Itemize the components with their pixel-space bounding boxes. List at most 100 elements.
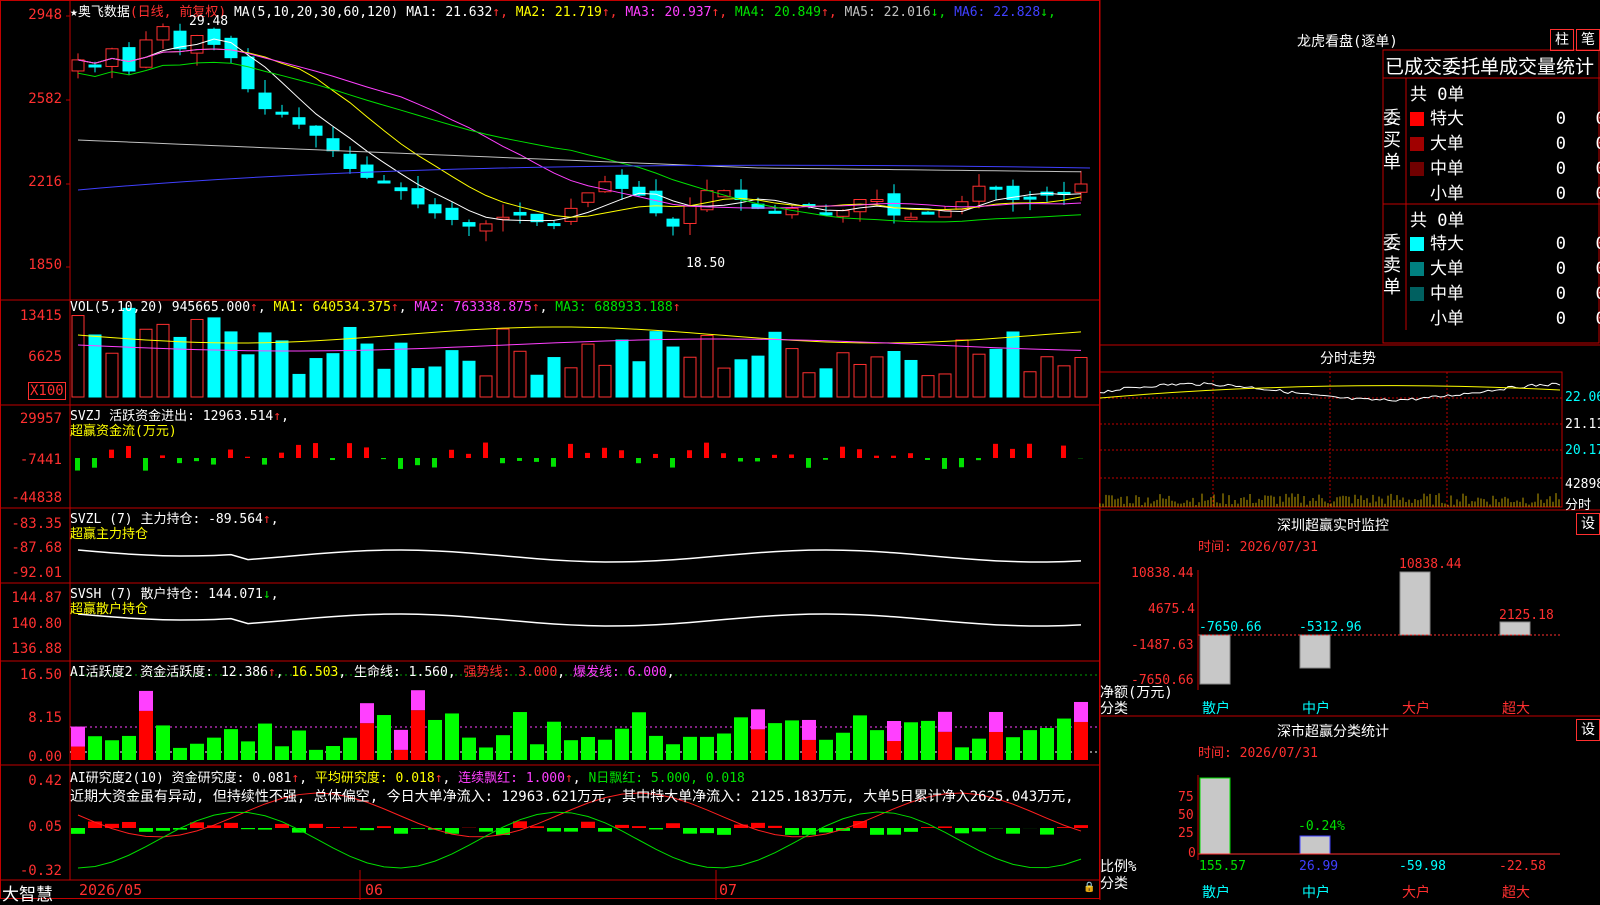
svzj-bar (466, 454, 471, 458)
ai3-bar (377, 826, 391, 828)
ai3-bar (71, 828, 85, 834)
sell-row-value: 0 (1530, 284, 1566, 304)
volume-bar (225, 332, 237, 397)
ai3-bar (615, 825, 629, 828)
ai2-bar (836, 733, 850, 760)
lhb-subtitle: 已成交委托单成交量统计 (1385, 52, 1594, 79)
svzl-subtitle: 超赢主力持仓 (70, 523, 148, 542)
ai3-bar (581, 822, 595, 828)
unit-x100[interactable]: X100 (28, 382, 66, 400)
sell-row: 中单00% (1410, 279, 1600, 303)
candle-body (922, 212, 934, 214)
ai3-v3: 连续飘红: 1.000 (458, 771, 565, 786)
ai2-bar (921, 721, 935, 760)
fs-axis-2: 21.11 (1565, 417, 1600, 432)
szmon-bar (1200, 635, 1230, 684)
ai3-v2: 平均研究度: 0.018 (315, 771, 435, 786)
szcls-settings-button[interactable]: 设 (1576, 719, 1600, 741)
sell-row-pct: 0% (1566, 309, 1600, 329)
ai2-bar (632, 712, 646, 760)
volume-bar (548, 358, 560, 397)
ai2-bar (938, 732, 952, 760)
ai2-bar (292, 731, 306, 760)
ai3-bar (360, 828, 374, 830)
volume-bar (1075, 357, 1087, 397)
ai2-bar-top (1074, 702, 1088, 722)
ai3-bar (768, 826, 782, 828)
axis-main-1: 2948 (28, 7, 62, 23)
vol-value: 945665.000 (172, 300, 250, 315)
szcls-value-label: -59.98 (1399, 859, 1446, 874)
szmon-bar (1500, 622, 1530, 635)
volume-bar (650, 332, 662, 397)
ai2-bar-top (989, 712, 1003, 732)
ai2-bar (360, 723, 374, 760)
ai3-bar (258, 828, 272, 830)
brand-logo[interactable]: 大智慧 (2, 880, 53, 905)
ai3-bar (700, 828, 714, 833)
ai2-bar (870, 730, 884, 760)
svzj-bar (279, 453, 284, 458)
svzj-bar (551, 458, 556, 467)
buy-row-pct: 0% (1566, 184, 1600, 204)
volume-bar (684, 357, 696, 397)
left-frame (1, 1, 1100, 899)
lock-icon[interactable]: 🔒 (1083, 882, 1095, 893)
ai2-bar (156, 725, 170, 760)
chart-canvas[interactable] (0, 0, 1600, 900)
svzj-bar (1027, 444, 1032, 458)
ai2-bar (598, 740, 612, 760)
volume-bar (1041, 357, 1053, 397)
buy-row-name: 大单 (1430, 129, 1530, 154)
x-date-1: 2026/05 (79, 881, 142, 899)
volume-bar (157, 324, 169, 397)
buy-row-value: 0 (1530, 159, 1566, 179)
ai3-comment: 近期大资金虽有异动, 但持续性不强, 总体偏空, 今日大单净流入: 12963.… (70, 786, 1074, 806)
candle-body (463, 223, 475, 227)
volume-bar (361, 344, 373, 397)
ai2-bar-top (938, 712, 952, 732)
szmon-settings-button[interactable]: 设 (1576, 513, 1600, 535)
ai2-bar-top (411, 690, 425, 710)
ai2-bar (411, 710, 425, 760)
axis-ai2-1: 16.50 (20, 667, 62, 683)
ai2-bar (1074, 722, 1088, 760)
ai2-bar (853, 715, 867, 760)
ma-item-2: MA2: 21.719 (508, 5, 602, 20)
axis-ai3-2: 0.05 (28, 819, 62, 835)
buy-row: 特大00% (1410, 104, 1600, 128)
szmon-category-label: 中户 (1302, 698, 1330, 718)
ai3-bar (683, 828, 697, 834)
candle-body (667, 219, 679, 226)
buy-label: 委买单 (1383, 108, 1405, 174)
volume-bar (820, 369, 832, 397)
ai3-header: AI研究度2(10) 资金研究度: 0.081↑, 平均研究度: 0.018↑,… (70, 767, 745, 786)
bar-mode-button[interactable]: 柱 (1550, 29, 1574, 51)
sell-row: 大单00% (1410, 254, 1600, 278)
ai3-bar (802, 828, 816, 835)
svzj-bar (143, 458, 148, 471)
svzj-bar (942, 458, 947, 469)
candle-body (582, 193, 594, 202)
volume-bar (922, 376, 934, 397)
tick-mode-button[interactable]: 笔 (1576, 29, 1600, 51)
ai3-bar (887, 828, 901, 835)
svzj-subtitle: 超赢资金流(万元) (70, 420, 177, 439)
ai3-bar (751, 823, 765, 828)
candle-body (72, 60, 84, 71)
ai2-bar (479, 747, 493, 760)
ai2-bar (581, 737, 595, 760)
favorite-star-icon[interactable]: ★ (70, 5, 78, 20)
candle-body (412, 189, 424, 204)
szcls-category-label: 散户 (1202, 882, 1230, 902)
svzj-bar (245, 457, 250, 458)
ai2-bar-top (360, 703, 374, 723)
volume-bar (276, 341, 288, 397)
candle-body (837, 211, 849, 217)
buy-row-pct: 0% (1566, 134, 1600, 154)
ai3-line-green (78, 812, 1081, 868)
volume-bar (1024, 372, 1036, 397)
svzj-bar (415, 458, 420, 465)
ai2-bar (802, 740, 816, 760)
ai3-bar (496, 828, 510, 835)
